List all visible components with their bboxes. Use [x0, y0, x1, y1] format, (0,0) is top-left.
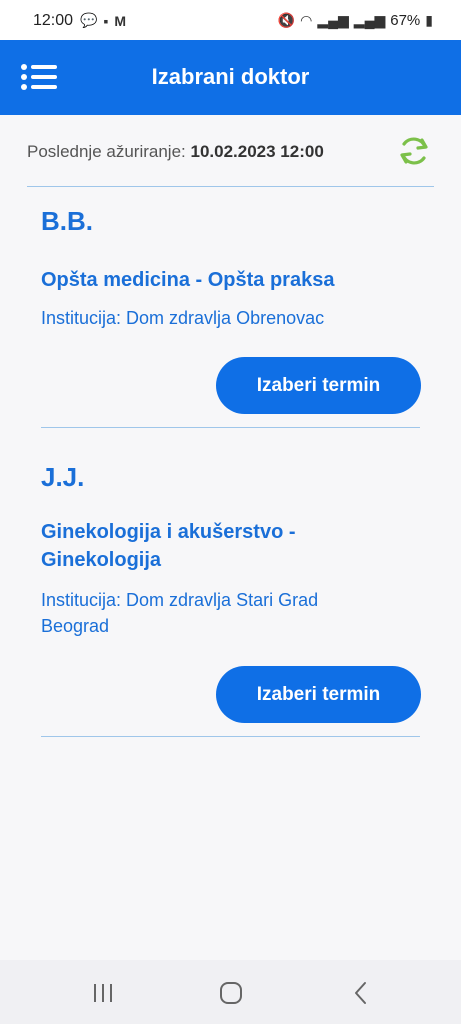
- doctor-institution: Institucija: Dom zdravlja Obrenovac: [41, 308, 325, 328]
- gmail-icon: M: [114, 12, 127, 29]
- last-update-label: Poslednje ažuriranje:: [27, 142, 186, 161]
- chat-icon: 💬: [80, 12, 98, 28]
- doctor-card: J.J. Ginekologija i akušerstvo - Ginekol…: [41, 462, 421, 727]
- status-time: 12:00: [33, 12, 74, 29]
- wifi-icon: ◠: [300, 12, 313, 28]
- doctor-name: B.B.: [41, 206, 93, 236]
- doctor-specialty-line: Ginekologija: [41, 549, 162, 571]
- doctor-name: J.J.: [41, 462, 85, 492]
- divider: [41, 736, 420, 737]
- signal-icon-2: ▂▄▆: [353, 12, 386, 28]
- home-button[interactable]: [216, 978, 246, 1008]
- divider: [41, 427, 420, 428]
- doctor-card: B.B. Opšta medicina - Opšta praksa Insti…: [41, 206, 421, 416]
- refresh-icon: [400, 137, 428, 165]
- app-header: Izabrani doktor: [0, 40, 461, 115]
- status-bar: 12:00 💬 ▪ M 🔇 ◠ ▂▄▆ ▂▄▆ 67% ▮: [0, 0, 461, 40]
- doctor-institution-line: Institucija: Dom zdravlja Stari Grad: [41, 590, 319, 610]
- back-icon: [355, 982, 366, 1004]
- system-nav-bar: [0, 960, 461, 1024]
- divider: [27, 186, 434, 187]
- app-notification-icon: ▪: [103, 12, 109, 29]
- choose-appointment-button[interactable]: Izaberi termin: [216, 666, 421, 723]
- page-title: Izabrani doktor: [151, 64, 310, 89]
- refresh-button[interactable]: [396, 133, 432, 169]
- mute-icon: 🔇: [277, 12, 296, 28]
- battery-icon: ▮: [425, 12, 433, 28]
- back-button[interactable]: [346, 978, 376, 1008]
- choose-appointment-button[interactable]: Izaberi termin: [216, 357, 421, 414]
- doctor-specialty-line: Ginekologija i akušerstvo -: [41, 521, 296, 543]
- last-update-value: 10.02.2023 12:00: [190, 142, 324, 161]
- last-update-row: Poslednje ažuriranje: 10.02.2023 12:00: [27, 133, 432, 173]
- doctor-specialty: Ginekologija i akušerstvo - Ginekologija: [41, 518, 296, 574]
- recent-apps-icon: [94, 984, 112, 1002]
- recent-apps-button[interactable]: [88, 978, 118, 1008]
- signal-icon: ▂▄▆: [317, 12, 349, 28]
- battery-level: 67%: [390, 12, 421, 29]
- doctor-institution-line: Beograd: [41, 616, 110, 636]
- doctor-specialty: Opšta medicina - Opšta praksa: [41, 269, 335, 291]
- doctor-institution: Institucija: Dom zdravlja Stari Grad Beo…: [41, 587, 318, 639]
- home-icon: [220, 982, 242, 1004]
